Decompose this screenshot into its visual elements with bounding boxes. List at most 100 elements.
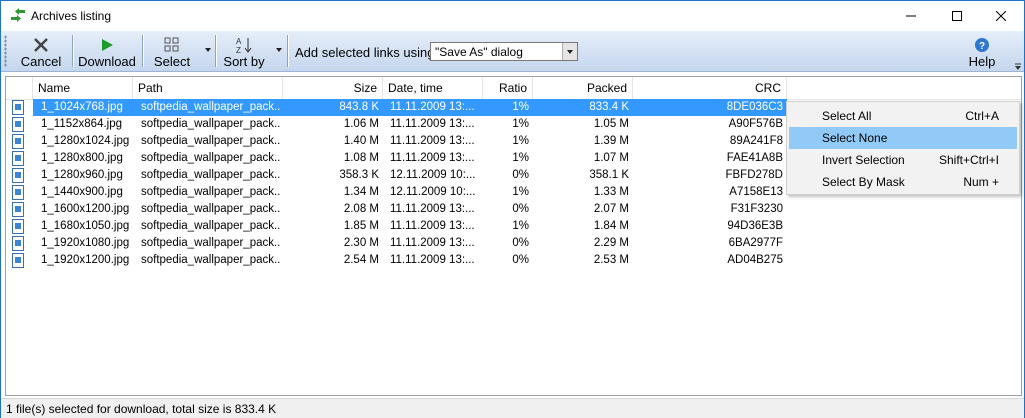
column-header-ratio[interactable]: Ratio xyxy=(483,77,533,99)
cell-crc: 94D36E3B xyxy=(727,220,783,232)
sortby-dropdown-arrow-icon[interactable] xyxy=(276,48,282,52)
column-header-crc[interactable]: CRC xyxy=(633,77,787,99)
image-file-icon xyxy=(12,100,24,115)
cell-packed: 833.4 K xyxy=(589,101,629,113)
cell-path: softpedia_wallpaper_pack... xyxy=(141,203,281,215)
toolbar-separator xyxy=(72,35,74,67)
cell-packed: 1.84 M xyxy=(593,220,629,232)
cell-date: 11.11.2009 13:... xyxy=(390,135,475,147)
title-bar: Archives listing xyxy=(1,1,1024,31)
column-header-path[interactable]: Path xyxy=(133,77,283,99)
menu-item-label: Invert Selection xyxy=(822,153,905,167)
cell-date: 11.11.2009 13:... xyxy=(390,152,475,164)
image-file-icon xyxy=(12,151,24,166)
column-header-packed[interactable]: Packed xyxy=(533,77,633,99)
close-window-button[interactable] xyxy=(978,1,1024,31)
cancel-button[interactable]: Cancel xyxy=(19,32,63,70)
menu-item-select-none[interactable]: Select None xyxy=(789,127,1017,149)
cell-path: softpedia_wallpaper_pack... xyxy=(141,118,281,130)
cell-size: 1.85 M xyxy=(343,220,379,232)
cell-name: 1_1280x1024.jpg xyxy=(41,135,130,147)
cell-date: 11.11.2009 13:... xyxy=(390,237,475,249)
maximize-button[interactable] xyxy=(934,1,980,31)
cell-size: 2.30 M xyxy=(343,237,379,249)
cell-size: 2.08 M xyxy=(343,203,379,215)
table-row[interactable]: 1_1920x1200.jpg softpedia_wallpaper_pack.… xyxy=(6,252,1021,269)
column-header-name[interactable]: Name xyxy=(33,77,133,99)
cell-crc: 8DE036C3 xyxy=(726,101,783,113)
maximize-icon xyxy=(952,11,962,21)
cell-ratio: 1% xyxy=(512,220,529,232)
cell-path: softpedia_wallpaper_pack... xyxy=(141,254,281,266)
play-icon xyxy=(102,39,113,51)
sortby-button[interactable]: A Z Sort by xyxy=(221,32,267,70)
image-file-icon xyxy=(12,253,24,268)
cell-crc: AD04B275 xyxy=(727,254,783,266)
cell-name: 1_1152x864.jpg xyxy=(41,118,122,130)
cell-packed: 1.05 M xyxy=(593,118,629,130)
cell-packed: 2.53 M xyxy=(593,254,629,266)
menu-item-label: Select By Mask xyxy=(822,175,905,189)
cell-size: 1.06 M xyxy=(343,118,379,130)
cell-date: 11.11.2009 13:... xyxy=(390,118,475,130)
window-title: Archives listing xyxy=(31,9,112,23)
table-row[interactable]: 1_1920x1080.jpg softpedia_wallpaper_pack.… xyxy=(6,235,1021,252)
menu-item-shortcut: Ctrl+A xyxy=(965,109,999,123)
cell-packed: 358.1 K xyxy=(589,169,629,181)
toolbar-options-arrow-icon[interactable] xyxy=(1014,63,1022,71)
cell-crc: A7158E13 xyxy=(729,186,783,198)
svg-text:Z: Z xyxy=(236,46,241,54)
chevron-down-icon xyxy=(567,49,573,54)
cell-name: 1_1600x1200.jpg xyxy=(41,203,130,215)
download-button[interactable]: Download xyxy=(76,32,138,70)
menu-item-invert-selection[interactable]: Invert Selection Shift+Ctrl+I xyxy=(789,149,1017,171)
cell-name: 1_1280x960.jpg xyxy=(41,169,123,181)
minimize-icon xyxy=(906,15,916,17)
cell-path: softpedia_wallpaper_pack... xyxy=(141,135,281,147)
cell-ratio: 1% xyxy=(512,186,529,198)
minimize-button[interactable] xyxy=(888,1,934,31)
cell-path: softpedia_wallpaper_pack... xyxy=(141,220,281,232)
cell-path: softpedia_wallpaper_pack... xyxy=(141,186,281,198)
cell-packed: 2.29 M xyxy=(593,237,629,249)
cell-packed: 1.39 M xyxy=(593,135,629,147)
menu-item-label: Select None xyxy=(822,131,888,145)
combo-dropdown-button[interactable] xyxy=(562,43,577,60)
cell-size: 2.54 M xyxy=(343,254,379,266)
menu-item-select-by-mask[interactable]: Select By Mask Num + xyxy=(789,171,1017,193)
column-header-date[interactable]: Date, time xyxy=(383,77,483,99)
svg-text:?: ? xyxy=(979,41,985,52)
cell-size: 1.34 M xyxy=(343,186,379,198)
select-dropdown-arrow-icon[interactable] xyxy=(205,48,211,52)
cell-ratio: 1% xyxy=(512,152,529,164)
cell-crc: F31F3230 xyxy=(730,203,783,215)
menu-item-select-all[interactable]: Select All Ctrl+A xyxy=(789,105,1017,127)
cell-date: 11.11.2009 13:... xyxy=(390,254,475,266)
column-header-icon[interactable] xyxy=(6,77,33,99)
table-row[interactable]: 1_1680x1050.jpg softpedia_wallpaper_pack.… xyxy=(6,218,1021,235)
cell-name: 1_1024x768.jpg xyxy=(41,101,123,113)
image-file-icon xyxy=(12,185,24,200)
cell-date: 11.11.2009 13:... xyxy=(390,220,475,232)
sortby-label: Sort by xyxy=(223,54,265,69)
cell-packed: 1.33 M xyxy=(593,186,629,198)
cell-ratio: 0% xyxy=(512,254,529,266)
select-grid-icon xyxy=(164,37,179,52)
select-button[interactable]: Select xyxy=(149,32,195,70)
select-context-menu: Select All Ctrl+A Select None Invert Sel… xyxy=(786,101,1020,195)
add-links-method-select[interactable]: "Save As" dialog xyxy=(430,42,578,61)
table-row[interactable]: 1_1600x1200.jpg softpedia_wallpaper_pack.… xyxy=(6,201,1021,218)
cell-ratio: 1% xyxy=(512,135,529,147)
toolbar-grip[interactable] xyxy=(4,35,7,67)
add-links-method-value: "Save As" dialog xyxy=(435,45,523,59)
cell-crc: 6BA2977F xyxy=(728,237,783,249)
column-header-size[interactable]: Size xyxy=(283,77,383,99)
cell-packed: 1.07 M xyxy=(593,152,629,164)
cell-date: 12.11.2009 10:... xyxy=(390,169,476,181)
help-button[interactable]: ? Help xyxy=(961,32,1003,70)
cell-name: 1_1280x800.jpg xyxy=(41,152,123,164)
list-header: Name Path Size Date, time Ratio Packed C… xyxy=(6,77,1021,100)
cell-crc: FAE41A8B xyxy=(726,152,783,164)
download-label: Download xyxy=(78,54,136,69)
cancel-label: Cancel xyxy=(20,54,62,69)
